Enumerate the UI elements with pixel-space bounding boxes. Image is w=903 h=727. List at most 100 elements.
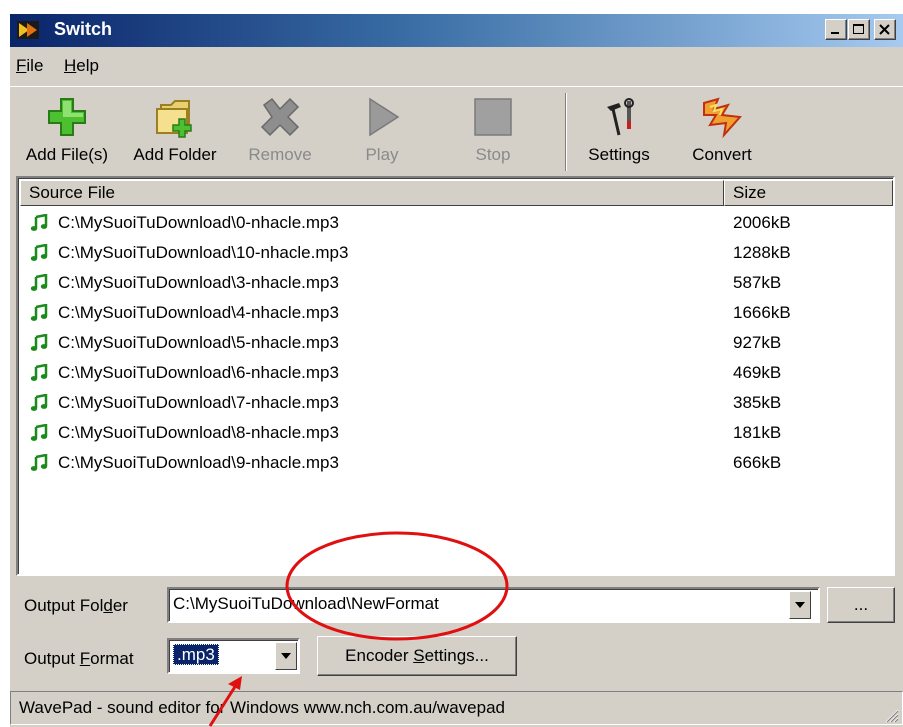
window-title: Switch [54,19,113,39]
menu-file-rest: ile [26,56,44,75]
plus-icon [48,98,86,136]
table-row[interactable]: C:\MySuoiTuDownload\6-nhacle.mp3 469kB [20,358,893,388]
music-note-icon [30,364,48,381]
table-row[interactable]: C:\MySuoiTuDownload\10-nhacle.mp3 1288kB [20,238,893,268]
output-format-label-mnemonic: F [79,649,91,668]
table-row[interactable]: C:\MySuoiTuDownload\0-nhacle.mp3 2006kB [20,208,893,238]
status-bar: WavePad - sound editor for Windows www.n… [10,689,903,727]
output-folder-value: C:\MySuoiTuDownload\NewFormat [173,594,439,613]
stop-button[interactable]: Stop [460,89,526,173]
music-note-icon [30,274,48,291]
row-size: 666kB [733,453,782,472]
output-folder-label-pre: Output Fol [24,596,104,615]
output-format-dropdown-button[interactable] [275,642,297,670]
stop-icon [474,98,512,136]
music-note-icon [30,454,48,471]
encoder-label-pre: Encoder [345,646,414,665]
list-header: Source File Size [20,180,893,206]
music-note-icon [30,214,48,231]
output-format-value: .mp3 [173,644,219,665]
settings-label: Settings [588,145,650,164]
row-size: 587kB [733,273,782,292]
chevron-down-icon [281,653,291,659]
column-source-file[interactable]: Source File [20,180,724,206]
remove-x-icon [260,97,300,137]
convert-button[interactable]: Convert [680,89,764,173]
music-note-icon [30,244,48,261]
status-text: WavePad - sound editor for Windows www.n… [10,691,903,725]
resize-grip-icon[interactable] [883,707,899,723]
table-row[interactable]: C:\MySuoiTuDownload\9-nhacle.mp3 666kB [20,448,893,478]
row-source-file: C:\MySuoiTuDownload\7-nhacle.mp3 [58,393,339,412]
row-size: 1666kB [733,303,791,322]
row-source-file: C:\MySuoiTuDownload\10-nhacle.mp3 [58,243,349,262]
maximize-button[interactable] [848,19,870,40]
maximize-icon [853,24,864,34]
row-size: 1288kB [733,243,791,262]
convert-label: Convert [692,145,752,164]
browse-button[interactable]: ... [827,587,895,623]
remove-label: Remove [248,145,312,164]
folder-add-icon [156,100,192,138]
table-row[interactable]: C:\MySuoiTuDownload\3-nhacle.mp3 587kB [20,268,893,298]
switch-window: Switch File Help Add File(s) Add Folder … [10,14,903,727]
close-button[interactable] [874,19,896,40]
row-source-file: C:\MySuoiTuDownload\0-nhacle.mp3 [58,213,339,232]
convert-icon [703,97,743,139]
row-size: 927kB [733,333,782,352]
file-list[interactable]: Source File Size C:\MySuoiTuDownload\0-n… [16,176,895,576]
menu-help[interactable]: Help [64,56,99,76]
music-note-icon [30,304,48,321]
output-format-label-pre: Output [24,649,80,668]
settings-button[interactable]: Settings [578,89,660,173]
add-files-button[interactable]: Add File(s) [14,89,120,173]
title-bar[interactable]: Switch [10,14,903,47]
table-row[interactable]: C:\MySuoiTuDownload\7-nhacle.mp3 385kB [20,388,893,418]
row-source-file: C:\MySuoiTuDownload\3-nhacle.mp3 [58,273,339,292]
add-folder-label: Add Folder [133,145,217,164]
app-icon [17,21,39,39]
row-source-file: C:\MySuoiTuDownload\5-nhacle.mp3 [58,333,339,352]
column-size[interactable]: Size [724,180,893,206]
remove-button[interactable]: Remove [238,89,322,173]
music-note-icon [30,424,48,441]
row-source-file: C:\MySuoiTuDownload\9-nhacle.mp3 [58,453,339,472]
music-note-icon [30,394,48,411]
row-size: 2006kB [733,213,791,232]
play-button[interactable]: Play [350,89,414,173]
table-row[interactable]: C:\MySuoiTuDownload\4-nhacle.mp3 1666kB [20,298,893,328]
encoder-label-post: ettings... [424,646,489,665]
output-format-label: Output Format [24,649,134,669]
menu-help-mnemonic: H [64,56,77,75]
music-note-icon [30,334,48,351]
encoder-settings-button[interactable]: Encoder Settings... [317,636,517,676]
encoder-label-mnemonic: S [413,646,425,665]
stop-label: Stop [475,145,511,164]
menu-file[interactable]: File [16,56,43,76]
row-size: 385kB [733,393,782,412]
menu-bar: File Help [10,47,903,82]
row-size: 181kB [733,423,782,442]
toolbar: Add File(s) Add Folder Remove Play Stop … [10,86,903,176]
minimize-button[interactable] [825,19,847,40]
tools-icon [607,98,634,136]
row-source-file: C:\MySuoiTuDownload\8-nhacle.mp3 [58,423,339,442]
add-folder-button[interactable]: Add Folder [122,89,228,173]
row-source-file: C:\MySuoiTuDownload\4-nhacle.mp3 [58,303,339,322]
close-icon [879,24,890,35]
output-folder-dropdown-button[interactable] [789,591,811,619]
table-row[interactable]: C:\MySuoiTuDownload\5-nhacle.mp3 927kB [20,328,893,358]
play-icon [369,97,400,137]
output-folder-label-post: er [112,596,128,615]
chevron-down-icon [795,602,805,608]
output-folder-combo[interactable]: C:\MySuoiTuDownload\NewFormat [167,587,820,623]
output-format-label-post: ormat [90,649,134,668]
table-row[interactable]: C:\MySuoiTuDownload\8-nhacle.mp3 181kB [20,418,893,448]
menu-file-mnemonic: F [16,56,27,75]
play-label: Play [365,145,399,164]
output-folder-label-mnemonic: d [103,596,113,615]
row-size: 469kB [733,363,782,382]
output-folder-label: Output Folder [24,596,128,616]
menu-help-rest: elp [76,56,99,75]
toolbar-separator [565,93,567,171]
